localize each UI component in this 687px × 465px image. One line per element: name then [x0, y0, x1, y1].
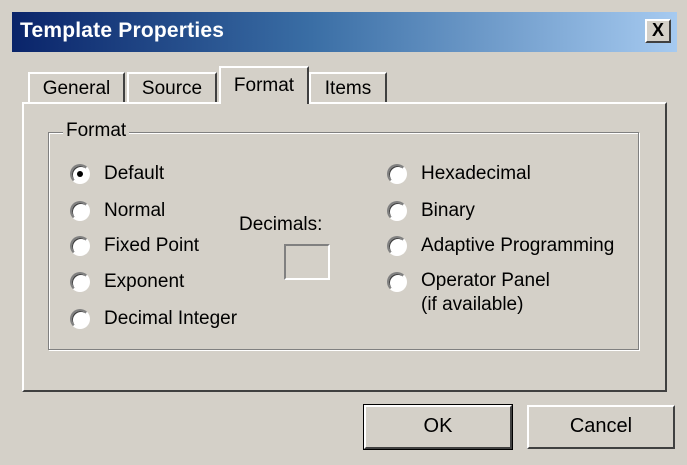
radio-exponent[interactable]: Exponent: [70, 269, 184, 295]
tab-source-label: Source: [141, 78, 203, 99]
radio-normal-label: Normal: [104, 200, 166, 221]
radio-hexadecimal-label: Hexadecimal: [421, 163, 531, 184]
radio-decimal-integer-label: Decimal Integer: [104, 308, 238, 329]
template-properties-dialog: Template Properties X General Source For…: [0, 0, 687, 465]
tab-items[interactable]: Items: [309, 72, 387, 104]
radio-decimal-integer[interactable]: Decimal Integer: [70, 306, 237, 332]
radio-button[interactable]: [70, 272, 90, 292]
radio-button[interactable]: [70, 201, 90, 221]
radio-fixed-point[interactable]: Fixed Point: [70, 233, 199, 259]
tab-items-label: Items: [324, 78, 372, 99]
ok-button[interactable]: OK: [363, 404, 513, 450]
tab-general-label: General: [42, 78, 111, 99]
decimals-label: Decimals:: [239, 214, 323, 235]
radio-binary[interactable]: Binary: [387, 198, 475, 224]
radio-button[interactable]: [387, 164, 407, 184]
format-tab-panel: Format Default Normal Fixed Point Expone…: [22, 102, 667, 392]
radio-default[interactable]: Default: [70, 161, 164, 187]
close-button[interactable]: X: [645, 19, 671, 43]
radio-operator-panel-label: Operator Panel (if available): [421, 269, 550, 317]
radio-button[interactable]: [70, 309, 90, 329]
radio-default-label: Default: [104, 163, 165, 184]
tab-general[interactable]: General: [28, 72, 125, 104]
title-bar: Template Properties X: [12, 12, 677, 52]
tab-format-label: Format: [233, 75, 295, 96]
radio-operator-panel[interactable]: Operator Panel (if available): [387, 269, 550, 321]
radio-adaptive-programming[interactable]: Adaptive Programming: [387, 233, 614, 259]
radio-normal[interactable]: Normal: [70, 198, 165, 224]
operator-panel-line2: (if available): [421, 294, 524, 315]
radio-button[interactable]: [70, 236, 90, 256]
tab-source[interactable]: Source: [127, 72, 217, 104]
radio-button[interactable]: [387, 236, 407, 256]
radio-binary-label: Binary: [421, 200, 475, 221]
radio-dot: [77, 171, 83, 177]
tab-format[interactable]: Format: [219, 66, 309, 104]
operator-panel-line1: Operator Panel: [421, 270, 550, 291]
radio-adaptive-programming-label: Adaptive Programming: [421, 235, 615, 256]
radio-button[interactable]: [387, 272, 407, 292]
format-group-label: Format: [63, 120, 130, 142]
radio-button[interactable]: [387, 201, 407, 221]
radio-exponent-label: Exponent: [104, 271, 185, 292]
radio-fixed-point-label: Fixed Point: [104, 235, 200, 256]
window-title: Template Properties: [20, 19, 225, 42]
radio-button-selected[interactable]: [70, 164, 90, 184]
radio-hexadecimal[interactable]: Hexadecimal: [387, 161, 531, 187]
cancel-button[interactable]: Cancel: [527, 405, 675, 449]
decimals-field[interactable]: [284, 244, 330, 280]
